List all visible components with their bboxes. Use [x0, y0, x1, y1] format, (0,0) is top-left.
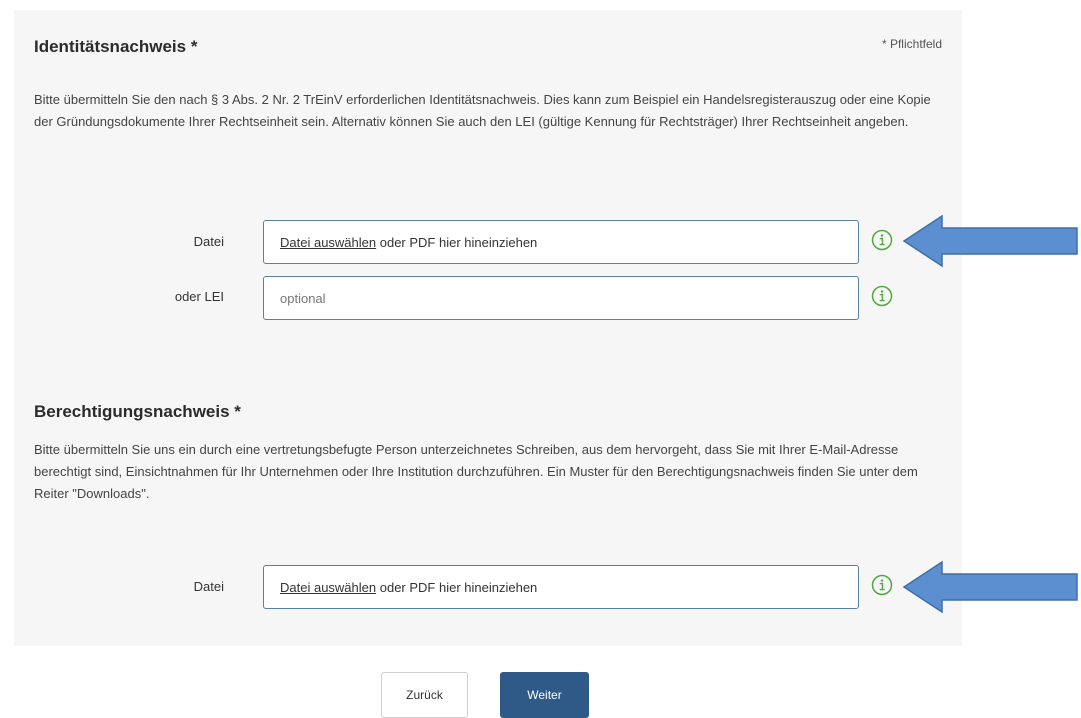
authorization-description: Bitte übermitteln Sie uns ein durch eine… — [34, 442, 918, 501]
info-icon[interactable] — [871, 285, 893, 307]
lei-label: oder LEI — [174, 289, 224, 304]
authorization-file-drop-hint: oder PDF hier hineinziehen — [376, 579, 538, 595]
form-panel: Identitätsnachweis * * Pflichtfeld Bitte… — [14, 10, 962, 646]
identity-description: Bitte übermitteln Sie den nach § 3 Abs. … — [34, 92, 931, 129]
arrow-left-icon — [902, 214, 1078, 268]
lei-input[interactable] — [280, 290, 858, 306]
identity-file-dropzone[interactable]: Datei auswählen oder PDF hier hineinzieh… — [263, 220, 859, 264]
lei-field-box — [263, 276, 859, 320]
identity-file-label: Datei — [193, 234, 224, 249]
identity-file-drop-hint: oder PDF hier hineinziehen — [376, 234, 538, 250]
authorization-section-title: Berechtigungsnachweis * — [34, 402, 241, 421]
authorization-file-label: Datei — [193, 579, 224, 594]
back-button[interactable]: Zurück — [381, 672, 468, 718]
authorization-file-dropzone[interactable]: Datei auswählen oder PDF hier hineinzieh… — [263, 565, 859, 609]
identity-section-title: Identitätsnachweis * — [34, 37, 198, 56]
identity-file-select-link[interactable]: Datei auswählen — [280, 235, 376, 250]
info-icon[interactable] — [871, 229, 893, 251]
authorization-file-select-link[interactable]: Datei auswählen — [280, 580, 376, 595]
arrow-left-icon — [902, 560, 1078, 614]
next-button[interactable]: Weiter — [500, 672, 589, 718]
required-field-note: * Pflichtfeld — [881, 37, 942, 51]
info-icon[interactable] — [871, 574, 893, 596]
